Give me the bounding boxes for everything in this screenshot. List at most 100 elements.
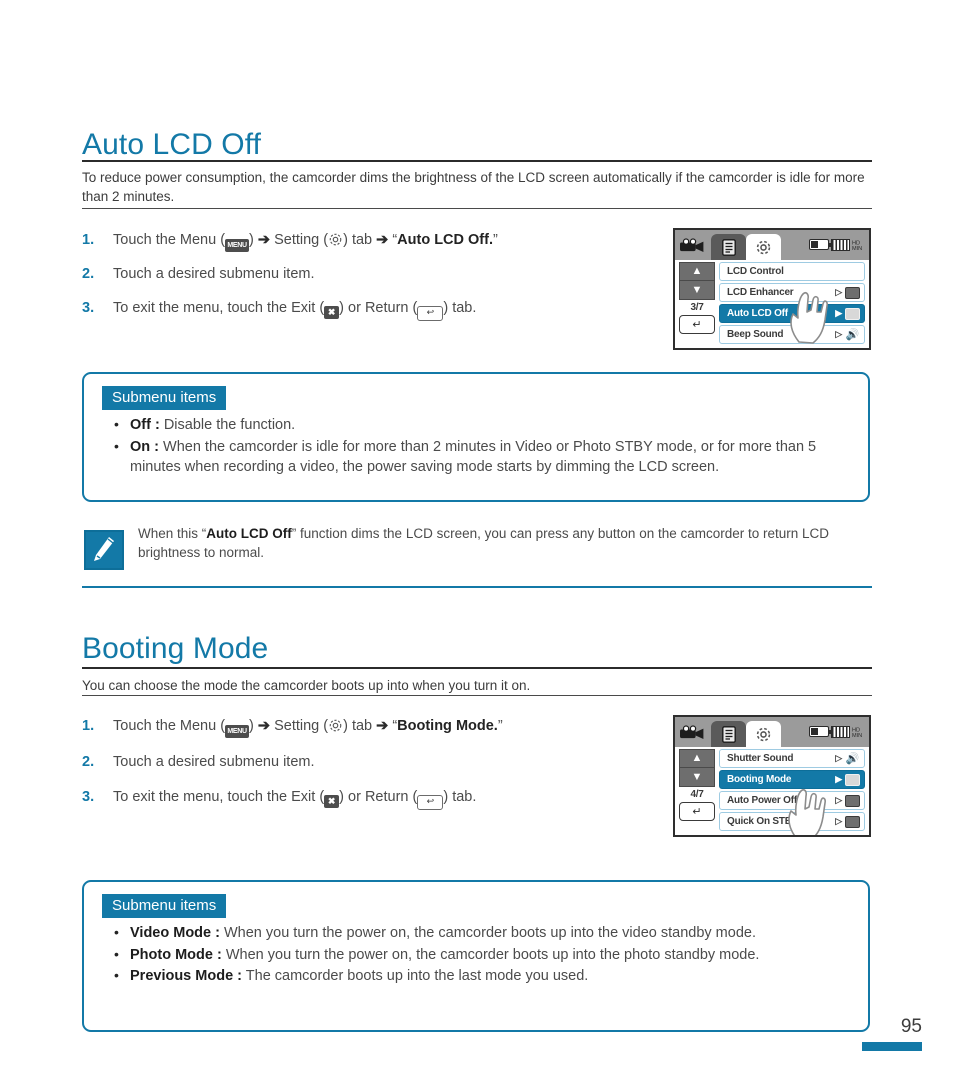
page-footer: 95 [862,1016,922,1051]
step-text-mid2: Setting ( [270,718,329,734]
scroll-down-button[interactable]: ▼ [679,281,715,300]
shutter-sound-icon: 🔊 [845,752,860,765]
step-text-mid4: “ [388,232,398,248]
note-block-auto-lcd-off: When this “Auto LCD Off” function dims t… [82,524,872,584]
lcd-nav-column: ▲ ▼ 3/7 ↵ [675,260,719,348]
exit-icon: ✖ [324,306,340,319]
lcd-menu-item[interactable]: LCD Enhancer ▷ [719,283,865,302]
lcd-menu-rows: LCD Control LCD Enhancer ▷ Auto LCD Off … [719,260,869,348]
lcd-status-indicators: HD MIN [809,725,865,738]
intro-rule-1 [82,208,872,209]
lcd-body: ▲ ▼ 3/7 ↵ LCD Control LCD Enhancer ▷ Aut… [675,260,869,348]
step-number: 3. [82,789,95,805]
lcd-menu-label: Shutter Sound [727,753,794,764]
lcd-nav-column: ▲ ▼ 4/7 ↵ [675,747,719,835]
lcd-menu-item-selected[interactable]: Booting Mode ▶ [719,770,865,789]
auto-power-off-icon [845,794,860,807]
document-page: Auto LCD Off To reduce power consumption… [0,0,954,1091]
step-text: Touch a desired submenu item. [113,754,315,770]
step-text-mid1: ) [249,718,258,734]
list-item: On : When the camcorder is idle for more… [114,436,846,478]
step-text-pre: To exit the menu, touch the Exit ( [113,789,325,805]
scroll-down-button[interactable]: ▼ [679,768,715,787]
memory-card-icon [831,725,850,738]
note-bold: Auto LCD Off [206,526,292,541]
return-icon: ↩ [417,306,444,321]
lcd-header: HD MIN [675,230,869,260]
note-text-pre: When this “ [138,526,207,541]
lcd-menu-item[interactable]: Beep Sound ▷ 🔊 [719,325,865,344]
step-3-booting-mode: 3. To exit the menu, touch the Exit (✖) … [82,787,657,810]
step-text-mid2: Setting ( [270,232,329,248]
battery-icon [809,239,832,250]
page-title-auto-lcd-off: Auto LCD Off [82,128,262,161]
quality-icon: HDMIN [852,728,862,739]
step-text-post: ) tab. [443,300,477,316]
note-text: When this “Auto LCD Off” function dims t… [138,524,872,562]
return-button[interactable]: ↵ [679,802,715,821]
tab-setting[interactable] [746,721,781,747]
step-text-mid4: “ [388,718,398,734]
submenu-desc: The camcorder boots up into the last mod… [242,968,589,984]
list-item: Off : Disable the function. [114,414,846,436]
play-triangle-icon: ▷ [835,287,842,297]
tab-setting[interactable] [746,234,781,260]
arrow-icon-2: ➔ [376,232,389,248]
lcd-menu-label: Quick On STBY [727,816,799,827]
submenu-term: Off : [130,417,160,433]
step-number: 1. [82,718,95,734]
step-text-post: ” [497,718,503,734]
gear-icon [328,232,343,247]
exit-icon: ✖ [324,795,340,808]
booting-mode-icon [845,773,860,786]
menu-button-icon: MENU [225,725,250,738]
svg-text:MIN: MIN [852,733,862,738]
submenu-badge: Submenu items [102,894,227,918]
lcd-menu-item[interactable]: Auto Power Off ▷ [719,791,865,810]
tab-list[interactable] [711,234,746,260]
play-triangle-icon: ▷ [835,753,842,763]
arrow-icon-2: ➔ [376,718,389,734]
submenu-desc: When you turn the power on, the camcorde… [219,925,756,941]
step-bold-target: Auto LCD Off. [397,232,493,248]
return-icon: ↩ [417,795,444,810]
step-2-booting-mode: 2. Touch a desired submenu item. [82,752,657,772]
lcd-menu-label: Auto LCD Off [727,308,788,319]
note-rule [82,586,872,588]
submenu-term: Previous Mode : [130,968,242,984]
step-number: 3. [82,300,95,316]
title-rule-1 [82,160,872,162]
return-button[interactable]: ↵ [679,315,715,334]
quick-on-stby-icon [845,815,860,828]
page-accent-bar [862,1042,922,1051]
lcd-enhancer-icon [845,286,860,299]
lcd-menu-label: LCD Control [727,266,784,277]
submenu-list: Video Mode : When you turn the power on,… [84,921,868,1001]
battery-icon [809,726,832,737]
step-bold-target: Booting Mode. [397,718,498,734]
submenu-box-auto-lcd-off: Submenu items Off : Disable the function… [82,372,870,502]
step-number: 2. [82,266,95,282]
note-pencil-icon [84,530,124,570]
step-text-mid1: ) [249,232,258,248]
page-number: 95 [900,1016,922,1037]
lcd-header: HD MIN [675,717,869,747]
step-text-pre: Touch the Menu ( [113,718,226,734]
gear-icon [328,718,343,733]
beep-sound-icon: 🔊 [845,328,860,341]
play-triangle-icon: ▶ [835,774,842,784]
arrow-icon: ➔ [257,718,271,734]
step-number: 2. [82,754,95,770]
lcd-menu-item-selected[interactable]: Auto LCD Off ▶ [719,304,865,323]
step-3-auto-lcd-off: 3. To exit the menu, touch the Exit (✖) … [82,298,657,321]
tab-list[interactable] [711,721,746,747]
submenu-list: Off : Disable the function. On : When th… [84,413,868,492]
lcd-menu-item[interactable]: Shutter Sound ▷ 🔊 [719,749,865,768]
lcd-menu-item[interactable]: LCD Control [719,262,865,281]
lcd-menu-label: Booting Mode [727,774,792,785]
lcd-page-indicator: 3/7 [690,302,704,313]
scroll-up-button[interactable]: ▲ [679,262,715,281]
lcd-menu-item[interactable]: Quick On STBY ▷ [719,812,865,831]
menu-button-icon: MENU [225,239,250,252]
scroll-up-button[interactable]: ▲ [679,749,715,768]
